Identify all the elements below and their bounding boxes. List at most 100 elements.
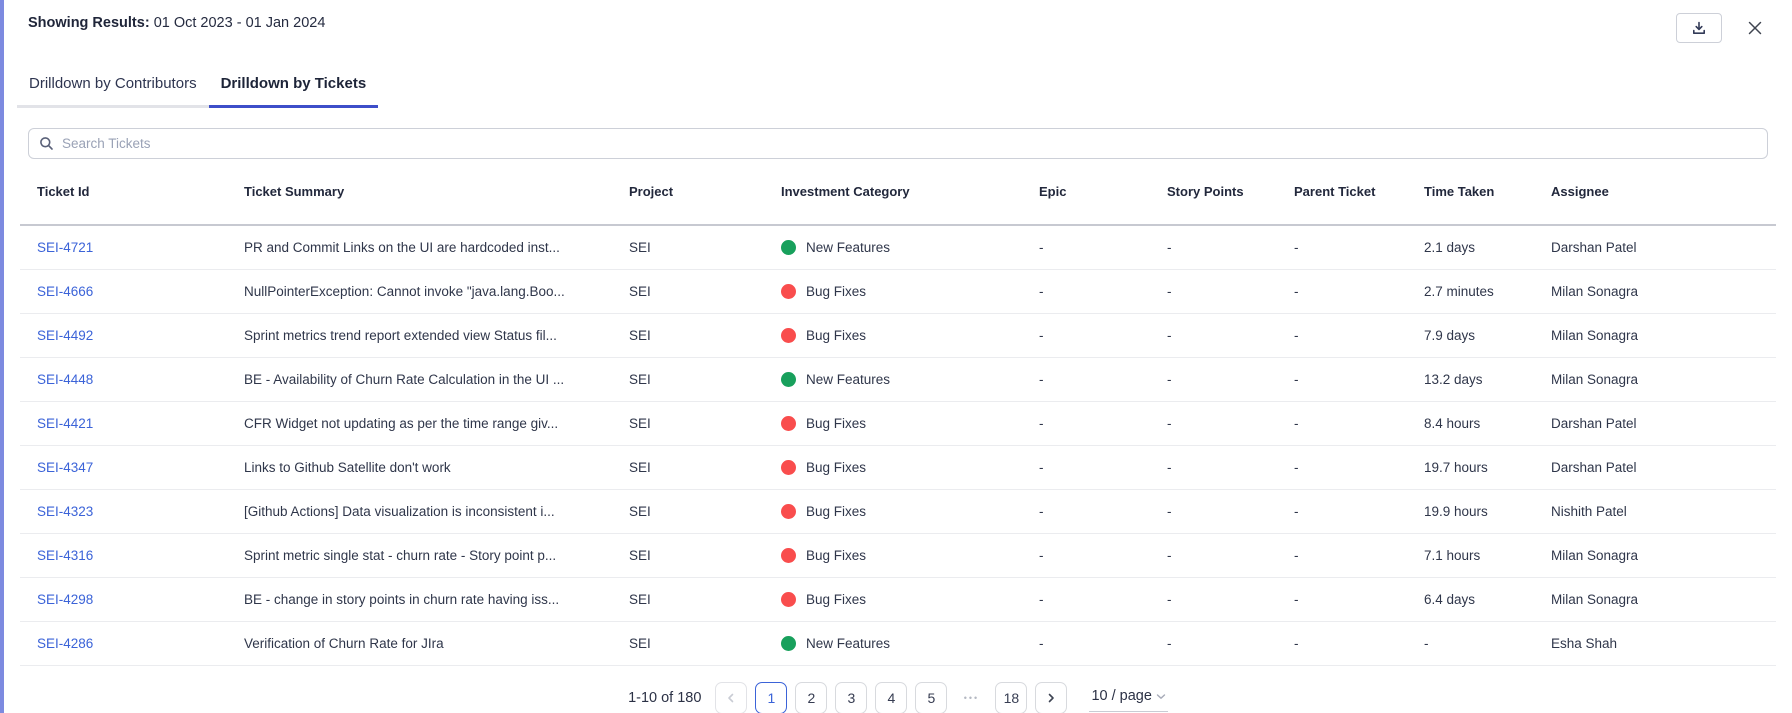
ticket-id-link[interactable]: SEI-4323: [37, 504, 93, 519]
category-dot-icon: [781, 636, 796, 651]
parent-ticket-cell: -: [1294, 328, 1424, 343]
close-button[interactable]: [1742, 15, 1768, 41]
category-label: Bug Fixes: [806, 548, 866, 563]
epic-cell: -: [1039, 548, 1167, 563]
assignee-cell: Milan Sonagra: [1551, 548, 1776, 563]
previous-page-button[interactable]: [715, 682, 747, 713]
table-row: SEI-4721 PR and Commit Links on the UI a…: [20, 226, 1776, 270]
page-button-1[interactable]: 1: [755, 682, 787, 713]
story-points-cell: -: [1167, 372, 1294, 387]
page-button-4[interactable]: 4: [875, 682, 907, 713]
page-button-2[interactable]: 2: [795, 682, 827, 713]
epic-cell: -: [1039, 372, 1167, 387]
column-header: Investment Category: [781, 184, 1039, 199]
investment-category-cell: Bug Fixes: [781, 592, 1039, 607]
story-points-cell: -: [1167, 592, 1294, 607]
project-cell: SEI: [629, 328, 781, 343]
column-header: Project: [629, 184, 781, 199]
pagination: 1-10 of 180 12345•••18 10 / page: [4, 682, 1792, 713]
ticket-id-link[interactable]: SEI-4448: [37, 372, 93, 387]
chevron-right-icon: [1046, 693, 1056, 703]
search-icon: [39, 136, 54, 151]
epic-cell: -: [1039, 460, 1167, 475]
page-buttons: 12345•••18: [755, 682, 1027, 713]
investment-category-cell: Bug Fixes: [781, 548, 1039, 563]
pagination-range: 1-10 of 180: [628, 690, 701, 706]
assignee-cell: Darshan Patel: [1551, 416, 1776, 431]
download-icon: [1691, 20, 1707, 36]
ticket-id-link[interactable]: SEI-4666: [37, 284, 93, 299]
table-row: SEI-4666 NullPointerException: Cannot in…: [20, 270, 1776, 314]
page-button-3[interactable]: 3: [835, 682, 867, 713]
ticket-id-link[interactable]: SEI-4298: [37, 592, 93, 607]
project-cell: SEI: [629, 460, 781, 475]
ticket-summary: Links to Github Satellite don't work: [244, 460, 629, 475]
next-page-button[interactable]: [1035, 682, 1067, 713]
parent-ticket-cell: -: [1294, 460, 1424, 475]
category-dot-icon: [781, 416, 796, 431]
story-points-cell: -: [1167, 240, 1294, 255]
table-row: SEI-4286 Verification of Churn Rate for …: [20, 622, 1776, 666]
time-taken-cell: 19.9 hours: [1424, 504, 1551, 519]
assignee-cell: Nishith Patel: [1551, 504, 1776, 519]
table-row: SEI-4448 BE - Availability of Churn Rate…: [20, 358, 1776, 402]
epic-cell: -: [1039, 636, 1167, 651]
search-bar: [28, 128, 1768, 159]
ticket-summary: Sprint metric single stat - churn rate -…: [244, 548, 629, 563]
assignee-cell: Darshan Patel: [1551, 240, 1776, 255]
assignee-cell: Milan Sonagra: [1551, 328, 1776, 343]
page-button-5[interactable]: 5: [915, 682, 947, 713]
download-button[interactable]: [1676, 13, 1722, 43]
chevron-down-icon: [1156, 693, 1166, 700]
epic-cell: -: [1039, 504, 1167, 519]
project-cell: SEI: [629, 284, 781, 299]
project-cell: SEI: [629, 548, 781, 563]
ticket-id-link[interactable]: SEI-4347: [37, 460, 93, 475]
parent-ticket-cell: -: [1294, 636, 1424, 651]
page-size-select[interactable]: 10 / page: [1089, 684, 1167, 712]
page-size-value: 10 / page: [1091, 688, 1151, 704]
showing-results-label: Showing Results:: [28, 15, 150, 31]
ticket-id-link[interactable]: SEI-4721: [37, 240, 93, 255]
project-cell: SEI: [629, 636, 781, 651]
time-taken-cell: 2.1 days: [1424, 240, 1551, 255]
table-row: SEI-4323 [Github Actions] Data visualiza…: [20, 490, 1776, 534]
investment-category-cell: New Features: [781, 372, 1039, 387]
time-taken-cell: 13.2 days: [1424, 372, 1551, 387]
time-taken-cell: 19.7 hours: [1424, 460, 1551, 475]
category-label: New Features: [806, 636, 890, 651]
tab-drilldown-by-contributors[interactable]: Drilldown by Contributors: [17, 69, 209, 108]
project-cell: SEI: [629, 416, 781, 431]
ticket-id-link[interactable]: SEI-4316: [37, 548, 93, 563]
investment-category-cell: Bug Fixes: [781, 460, 1039, 475]
story-points-cell: -: [1167, 416, 1294, 431]
investment-category-cell: Bug Fixes: [781, 284, 1039, 299]
category-label: Bug Fixes: [806, 504, 866, 519]
table-row: SEI-4347 Links to Github Satellite don't…: [20, 446, 1776, 490]
table-row: SEI-4421 CFR Widget not updating as per …: [20, 402, 1776, 446]
story-points-cell: -: [1167, 460, 1294, 475]
time-taken-cell: 2.7 minutes: [1424, 284, 1551, 299]
parent-ticket-cell: -: [1294, 548, 1424, 563]
ticket-id-link[interactable]: SEI-4492: [37, 328, 93, 343]
tickets-table: Ticket IdTicket SummaryProjectInvestment…: [20, 159, 1776, 666]
time-taken-cell: 8.4 hours: [1424, 416, 1551, 431]
showing-results: Showing Results: 01 Oct 2023 - 01 Jan 20…: [28, 13, 325, 31]
assignee-cell: Esha Shah: [1551, 636, 1776, 651]
ticket-id-link[interactable]: SEI-4286: [37, 636, 93, 651]
page-button-18[interactable]: 18: [995, 682, 1027, 713]
story-points-cell: -: [1167, 636, 1294, 651]
ticket-id-link[interactable]: SEI-4421: [37, 416, 93, 431]
assignee-cell: Milan Sonagra: [1551, 372, 1776, 387]
parent-ticket-cell: -: [1294, 372, 1424, 387]
ticket-summary: [Github Actions] Data visualization is i…: [244, 504, 629, 519]
category-dot-icon: [781, 240, 796, 255]
tab-drilldown-by-tickets[interactable]: Drilldown by Tickets: [209, 69, 379, 108]
investment-category-cell: New Features: [781, 636, 1039, 651]
search-input[interactable]: [62, 136, 1757, 151]
project-cell: SEI: [629, 240, 781, 255]
investment-category-cell: Bug Fixes: [781, 416, 1039, 431]
table-body: SEI-4721 PR and Commit Links on the UI a…: [20, 226, 1776, 666]
investment-category-cell: Bug Fixes: [781, 328, 1039, 343]
chevron-left-icon: [726, 693, 736, 703]
